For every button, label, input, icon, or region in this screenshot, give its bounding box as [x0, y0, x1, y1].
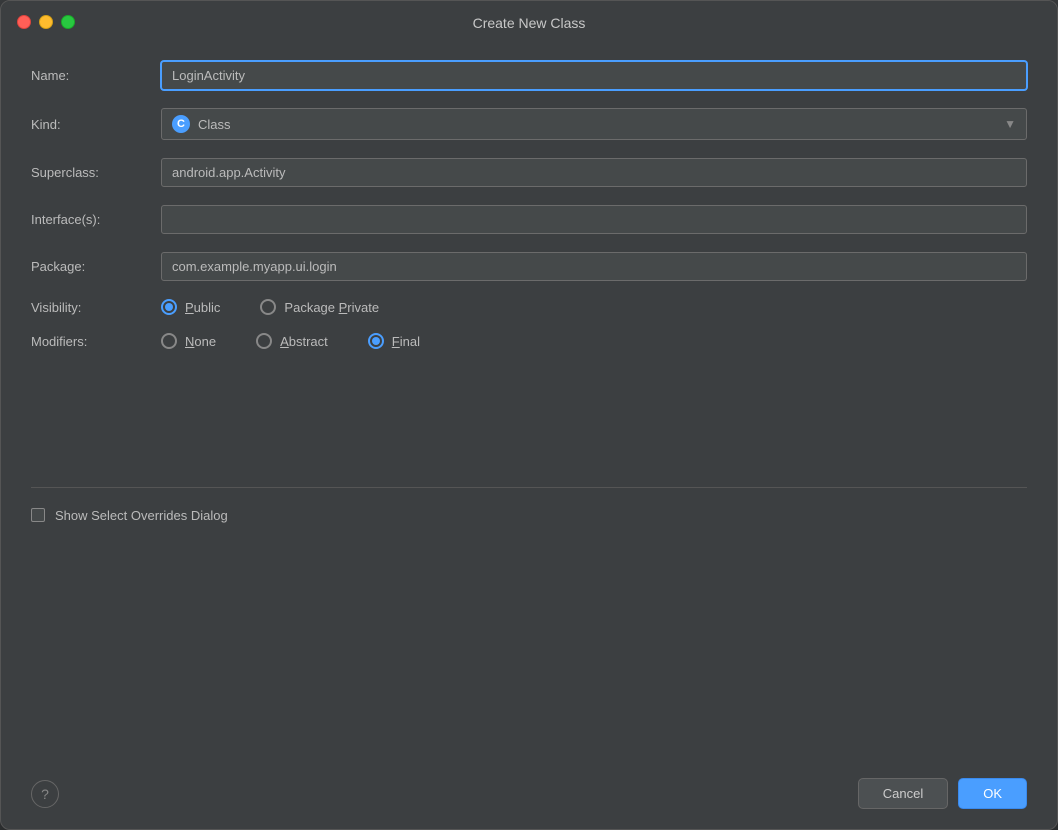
visibility-row: Visibility: Public Package Private	[31, 299, 1027, 315]
visibility-public-radio[interactable]	[161, 299, 177, 315]
interfaces-input[interactable]	[161, 205, 1027, 234]
modifier-none-option[interactable]: None	[161, 333, 216, 349]
help-button[interactable]: ?	[31, 780, 59, 808]
dialog-title: Create New Class	[473, 15, 586, 31]
modifier-abstract-option[interactable]: Abstract	[256, 333, 328, 349]
kind-value-text: Class	[198, 117, 231, 132]
modifier-final-radio[interactable]	[368, 333, 384, 349]
modifier-final-option[interactable]: Final	[368, 333, 420, 349]
modifiers-row: Modifiers: None Abstract Final	[31, 333, 1027, 349]
visibility-label: Visibility:	[31, 300, 161, 315]
visibility-package-private-option[interactable]: Package Private	[260, 299, 379, 315]
interfaces-label: Interface(s):	[31, 212, 161, 227]
divider	[31, 487, 1027, 488]
close-button[interactable]	[17, 15, 31, 29]
dialog-content: Name: Kind: C Class ▼ Superclass:	[1, 41, 1057, 762]
superclass-input[interactable]	[161, 158, 1027, 187]
cancel-button[interactable]: Cancel	[858, 778, 948, 809]
modifier-none-radio[interactable]	[161, 333, 177, 349]
superclass-label: Superclass:	[31, 165, 161, 180]
ok-button[interactable]: OK	[958, 778, 1027, 809]
visibility-package-private-label: Package Private	[284, 300, 379, 315]
package-row: Package:	[31, 252, 1027, 281]
kind-dropdown-arrow: ▼	[1004, 117, 1016, 131]
modifiers-label: Modifiers:	[31, 334, 161, 349]
show-overrides-checkbox[interactable]	[31, 508, 45, 522]
modifiers-radio-group: None Abstract Final	[161, 333, 420, 349]
interfaces-row: Interface(s):	[31, 205, 1027, 234]
title-bar: Create New Class	[1, 1, 1057, 41]
kind-label: Kind:	[31, 117, 161, 132]
name-label: Name:	[31, 68, 161, 83]
create-new-class-dialog: Create New Class Name: Kind: C Class ▼	[0, 0, 1058, 830]
kind-select-wrapper: C Class ▼	[161, 108, 1027, 140]
footer-buttons: Cancel OK	[858, 778, 1027, 809]
show-overrides-label: Show Select Overrides Dialog	[55, 508, 228, 523]
modifier-none-label: None	[185, 334, 216, 349]
modifier-final-label: Final	[392, 334, 420, 349]
minimize-button[interactable]	[39, 15, 53, 29]
visibility-public-label: Public	[185, 300, 220, 315]
modifier-abstract-label: Abstract	[280, 334, 328, 349]
footer: ? Cancel OK	[1, 762, 1057, 829]
class-kind-icon: C	[172, 115, 190, 133]
name-input[interactable]	[161, 61, 1027, 90]
kind-row: Kind: C Class ▼	[31, 108, 1027, 140]
superclass-row: Superclass:	[31, 158, 1027, 187]
modifier-abstract-radio[interactable]	[256, 333, 272, 349]
package-label: Package:	[31, 259, 161, 274]
visibility-package-private-radio[interactable]	[260, 299, 276, 315]
name-row: Name:	[31, 61, 1027, 90]
maximize-button[interactable]	[61, 15, 75, 29]
visibility-public-option[interactable]: Public	[161, 299, 220, 315]
package-input[interactable]	[161, 252, 1027, 281]
checkbox-row: Show Select Overrides Dialog	[31, 508, 1027, 523]
visibility-radio-group: Public Package Private	[161, 299, 379, 315]
traffic-lights	[17, 15, 75, 29]
kind-select[interactable]: C Class ▼	[161, 108, 1027, 140]
